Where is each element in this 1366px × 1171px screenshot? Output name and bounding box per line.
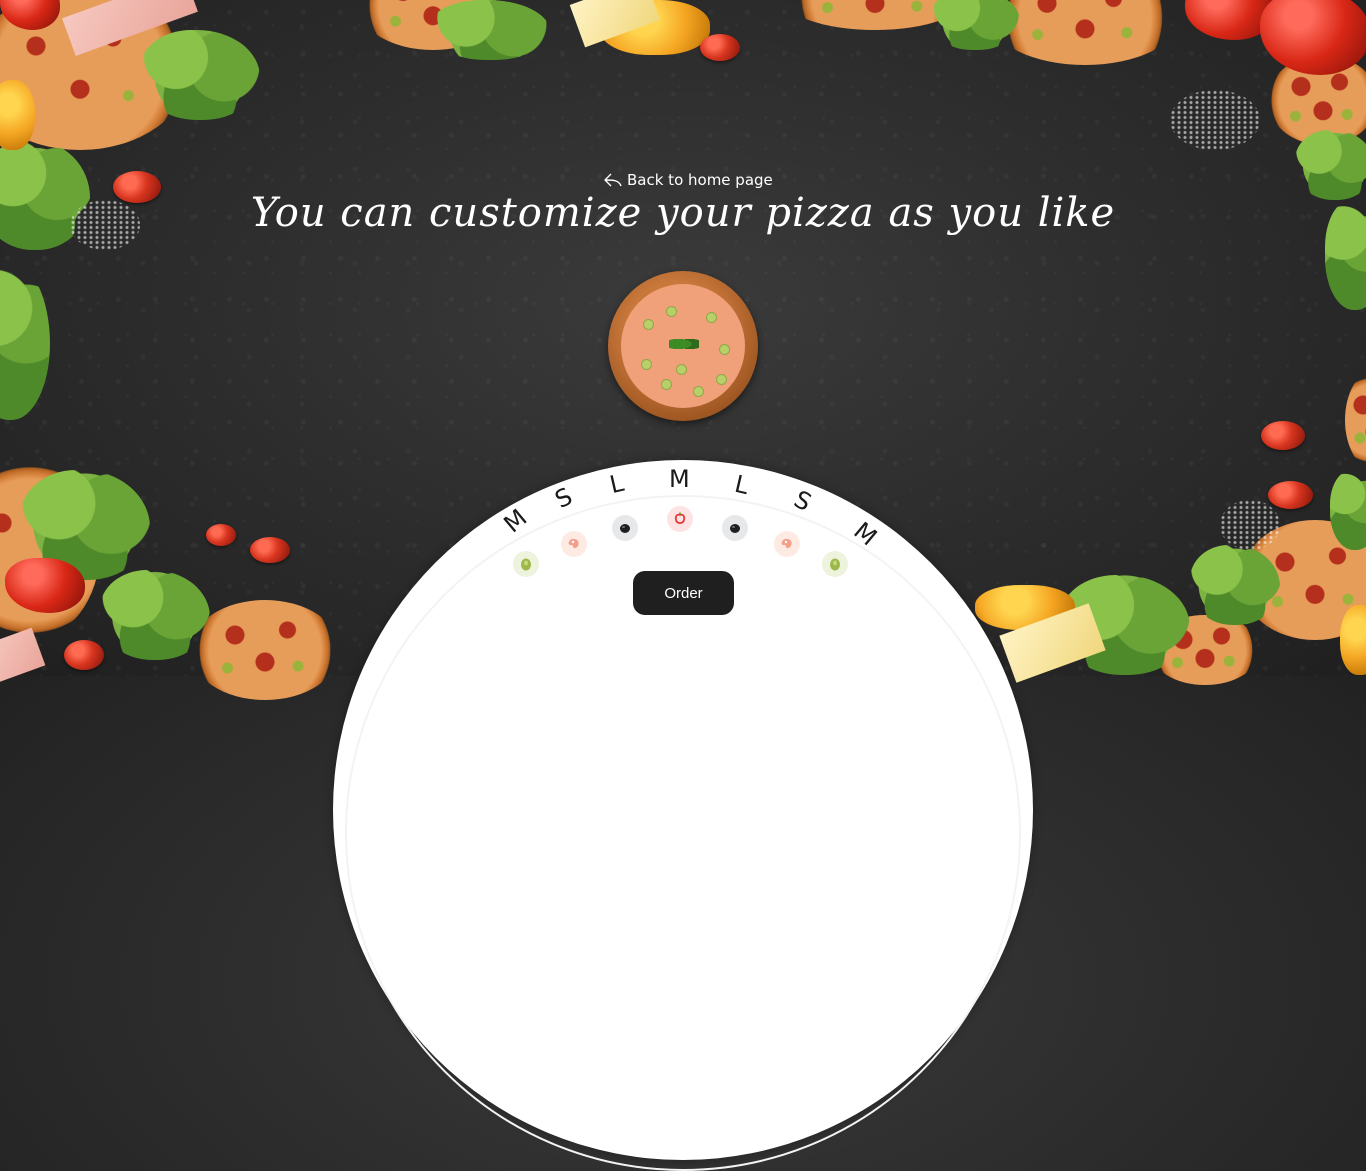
pizza-topping bbox=[666, 306, 677, 317]
ingredient-green-olive-button[interactable] bbox=[513, 551, 539, 577]
basil-leaf bbox=[669, 336, 699, 352]
size-option-m[interactable]: M bbox=[669, 465, 690, 493]
black-olive-icon bbox=[730, 524, 740, 533]
pizza-topping bbox=[676, 364, 687, 375]
pizza-topping bbox=[643, 319, 654, 330]
order-button[interactable]: Order bbox=[633, 571, 734, 615]
ingredient-black-olive-button[interactable] bbox=[722, 515, 748, 541]
red-pepper-icon bbox=[674, 512, 686, 524]
ingredient-ham-button[interactable] bbox=[561, 531, 587, 557]
customizer-panel bbox=[333, 460, 1033, 1171]
ingredient-green-olive-button[interactable] bbox=[822, 551, 848, 577]
page-title: You can customize your pizza as you like bbox=[250, 190, 1116, 236]
pizza-crust bbox=[621, 284, 745, 408]
pizza-image bbox=[608, 271, 758, 421]
ingredient-black-olive-button[interactable] bbox=[612, 515, 638, 541]
black-olive-icon bbox=[620, 524, 630, 533]
pizza-topping bbox=[661, 379, 672, 390]
pizza-topping bbox=[641, 359, 652, 370]
pizza-topping bbox=[693, 386, 704, 397]
back-link-label: Back to home page bbox=[627, 171, 773, 189]
pizza-topping bbox=[719, 344, 730, 355]
back-to-home-link[interactable]: Back to home page bbox=[604, 171, 773, 189]
reply-arrow-icon bbox=[604, 173, 622, 187]
ham-icon bbox=[568, 538, 579, 549]
green-olive-icon bbox=[830, 558, 840, 571]
ham-icon bbox=[781, 538, 792, 549]
ingredient-ham-button[interactable] bbox=[774, 531, 800, 557]
pizza-topping bbox=[706, 312, 717, 323]
green-olive-icon bbox=[521, 558, 531, 571]
ingredient-red-pepper-button[interactable] bbox=[667, 506, 693, 532]
pizza-topping bbox=[716, 374, 727, 385]
